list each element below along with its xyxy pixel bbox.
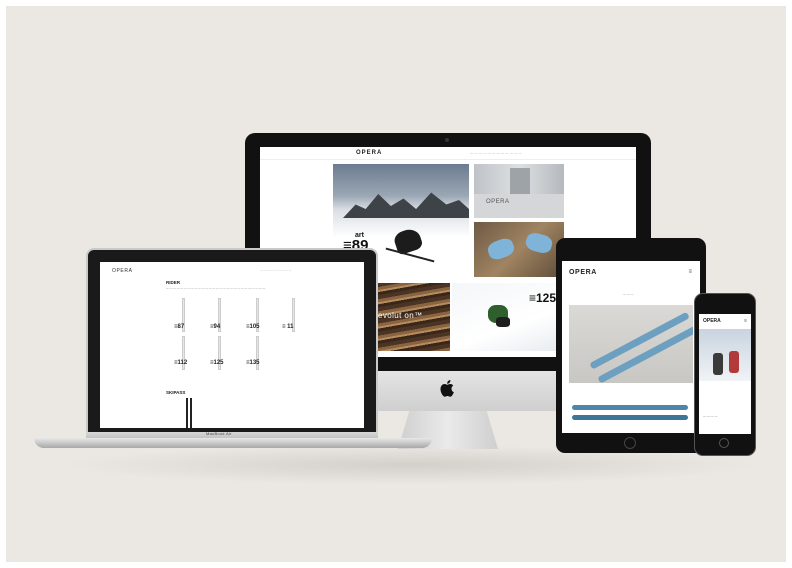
macbook-label: MacBook Air [206, 431, 232, 436]
ski-code-label: ≡ 11 [282, 324, 294, 330]
skipass-ski-2[interactable] [190, 398, 192, 428]
ski-code-label: ≡112 [174, 360, 188, 366]
mountain-range [343, 192, 469, 218]
page-subtitle: — — — [623, 292, 634, 296]
person-figure [729, 351, 739, 373]
section-heading-skipass: SKIPASS [166, 390, 186, 395]
person-figure [713, 353, 723, 375]
ski-code-label: ≡87 [174, 324, 185, 330]
glove-left [485, 236, 517, 262]
ski-code-label: ≡125 [210, 360, 224, 366]
site-navbar: OPERA — — — — — — — — — — — — [260, 147, 636, 160]
hamburger-menu-icon[interactable]: ≡ [744, 318, 747, 324]
machine-press [510, 168, 530, 194]
home-button[interactable] [624, 437, 636, 449]
tile-gloves-crafting[interactable] [474, 222, 564, 277]
tile-wood-core[interactable]: evolut on™ [378, 283, 450, 351]
ipad-screen: OPERA ≡ — — — [562, 261, 700, 433]
tile-workshop-machine[interactable]: OPERA [474, 164, 564, 218]
site-logo[interactable]: OPERA [356, 150, 382, 156]
laptop-screen: OPERA — — — — — — — — — — RIDER — — — — … [100, 262, 364, 428]
apple-icon [439, 379, 457, 399]
hamburger-menu-icon[interactable]: ≡ [688, 269, 692, 275]
site-logo[interactable]: OPERA [112, 268, 133, 274]
glove-right [524, 230, 554, 256]
machine-base [474, 194, 564, 218]
machine-brand-text: OPERA [486, 199, 510, 205]
model-125-label: ≡125 [528, 291, 556, 305]
ski-side-view-2[interactable] [572, 415, 688, 420]
skipass-ski-1[interactable] [186, 398, 188, 428]
ski-product-hero[interactable] [569, 305, 693, 383]
imac-camera [445, 138, 449, 142]
hero-caption: — — — — [703, 414, 718, 418]
site-menu[interactable]: — — — — — — — — — — [260, 269, 291, 272]
site-menu[interactable]: — — — — — — — — — — — — [470, 151, 522, 155]
iphone-screen: OPERA ≡ — — — — [699, 314, 751, 434]
hero-image[interactable] [699, 329, 751, 381]
ski-code-label: ≡94 [210, 324, 221, 330]
site-logo[interactable]: OPERA [703, 318, 721, 324]
skier-legs [496, 317, 510, 327]
ski-code-label: ≡105 [246, 324, 260, 330]
ski-side-view-1[interactable] [572, 405, 688, 410]
home-button[interactable] [719, 438, 729, 448]
evolution-text: evolut on™ [378, 311, 423, 320]
tile-snow-skier[interactable]: ≡125 [452, 283, 564, 351]
ski-code-label: ≡135 [246, 360, 260, 366]
laptop-base [34, 438, 432, 448]
site-logo[interactable]: OPERA [569, 269, 597, 276]
intro-paragraph: — — — — — — — — — — — — — — — — — — — — … [166, 286, 266, 290]
section-heading-rider: RIDER [166, 280, 181, 285]
